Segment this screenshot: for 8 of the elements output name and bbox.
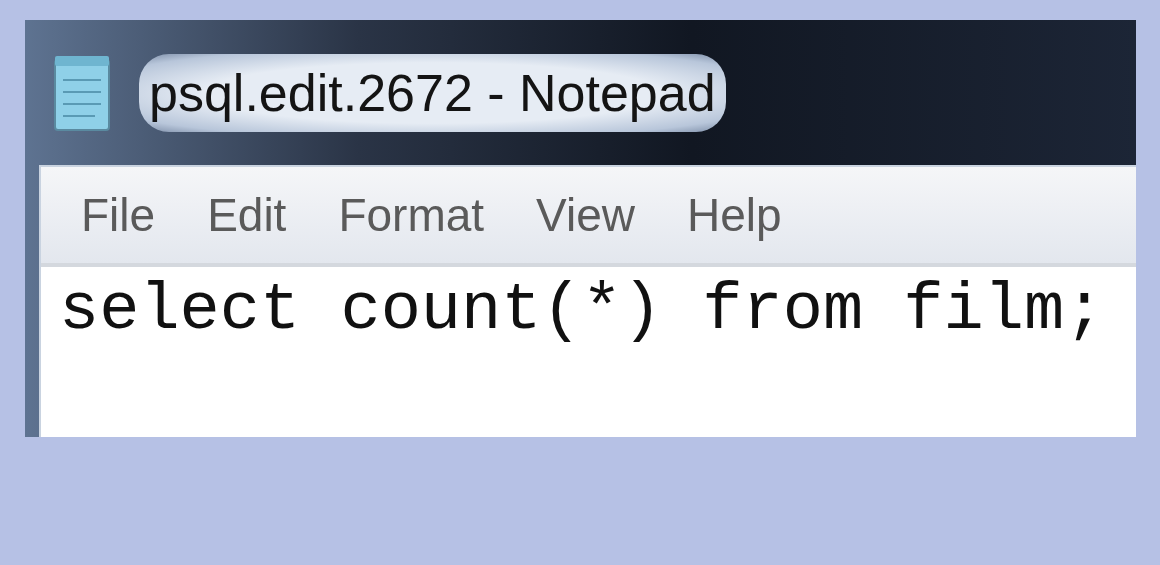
menu-item[interactable]: Format — [338, 180, 485, 250]
menu-item[interactable]: Edit — [207, 180, 287, 250]
editor-text: select count(*) from film; — [59, 272, 1105, 348]
menu-item[interactable]: Help — [686, 180, 782, 250]
notepad-icon — [51, 53, 113, 132]
menu-item[interactable]: File — [81, 180, 156, 250]
window-title: psql.edit.2672 - Notepad — [139, 53, 726, 132]
menu-item[interactable]: View — [536, 180, 635, 250]
